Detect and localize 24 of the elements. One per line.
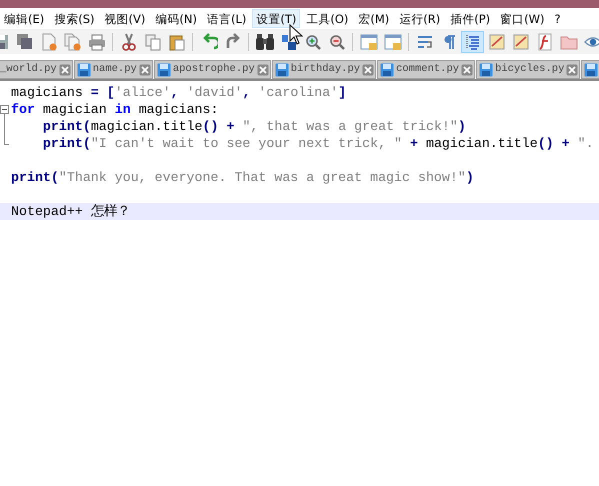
menu-item[interactable]: 搜索(S) (50, 9, 99, 28)
menu-item[interactable]: 语言(L) (202, 9, 250, 28)
code-line: for magician in magicians: (11, 101, 218, 118)
code-line: Notepad++ 怎样？ (11, 203, 130, 220)
code-line: print("I can't wait to see your next trick, " + magician.title() + ". (42, 135, 594, 152)
code-line: print("Thank you, everyone. That was a great magic show!") (11, 169, 474, 186)
file-tab[interactable]: name.py (74, 60, 153, 79)
file-tab[interactable]: bicycles.py (476, 60, 580, 79)
file-tab[interactable]: birthday.py (272, 60, 376, 79)
code-line: print(magician.title() + ", that was a great trick!") (42, 118, 466, 135)
menu-item[interactable]: 工具(O) (302, 9, 352, 28)
menu-item[interactable]: 运行(R) (395, 9, 444, 28)
menu-item[interactable]: ? (550, 9, 565, 28)
menu-item[interactable]: 视图(V) (100, 9, 150, 28)
menu-item[interactable]: 编辑(E) (0, 9, 48, 28)
menu-item[interactable]: 插件(P) (446, 9, 494, 28)
file-tab[interactable]: comment.py (377, 60, 476, 79)
menu-item[interactable]: 窗口(W) (496, 9, 549, 28)
menu-item[interactable]: 设置(T) (252, 9, 300, 28)
file-tab[interactable]: apostrophe.py (154, 60, 271, 79)
code-line: magicians = ['alice', 'david', 'carolina'] (11, 84, 346, 101)
menu-item[interactable]: 宏(M) (354, 9, 394, 28)
menu-item[interactable]: 编码(N) (151, 9, 201, 28)
file-tab[interactable]: _world.py (0, 60, 73, 79)
